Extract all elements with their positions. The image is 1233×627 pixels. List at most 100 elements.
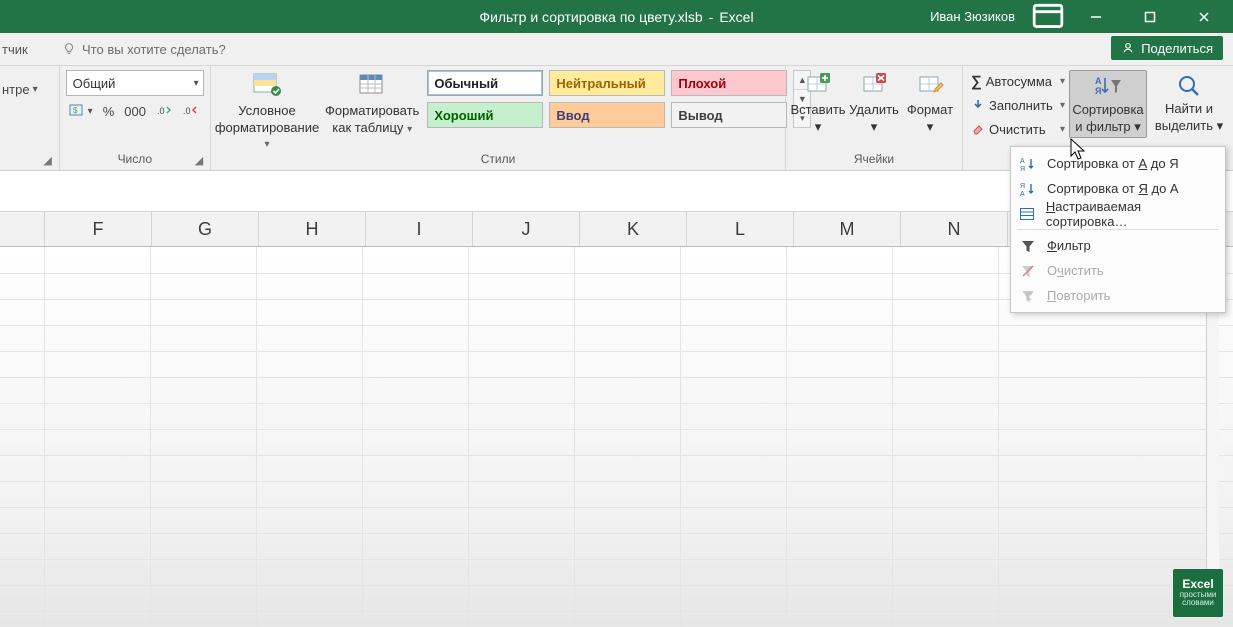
autosum-button[interactable]: ∑ Автосумма ▾	[969, 70, 1065, 92]
document-name: Фильтр и сортировка по цвету.xlsb	[479, 9, 702, 25]
currency-icon: $	[68, 102, 86, 120]
close-button[interactable]	[1181, 0, 1227, 33]
svg-text:A: A	[1095, 76, 1102, 86]
column-header[interactable]: H	[259, 212, 366, 246]
ribbon-display-options-button[interactable]	[1031, 0, 1065, 33]
svg-text:Я: Я	[1020, 183, 1025, 190]
table-icon	[356, 71, 388, 99]
person-icon	[1121, 41, 1135, 55]
minimize-icon	[1089, 10, 1103, 24]
svg-text:Я: Я	[1020, 166, 1025, 172]
chevron-down-icon: ▾	[194, 78, 199, 89]
merge-center-button-fragment[interactable]: нтре ▾	[2, 76, 38, 102]
decrease-decimal-button[interactable]: .0	[182, 103, 198, 119]
conditional-formatting-icon	[251, 71, 283, 99]
custom-sort-icon	[1019, 205, 1036, 223]
cell-styles-gallery[interactable]: Обычный Хороший Нейтральный Ввод Плохой …	[427, 70, 811, 128]
svg-text:.0: .0	[157, 106, 165, 116]
percent-format-button[interactable]: %	[103, 104, 115, 119]
style-output[interactable]: Вывод	[671, 102, 787, 128]
sigma-icon: ∑	[971, 73, 982, 90]
style-input[interactable]: Ввод	[549, 102, 665, 128]
comma-format-button[interactable]: 000	[124, 104, 146, 119]
fill-button[interactable]: Заполнить ▾	[969, 94, 1065, 116]
funnel-clear-icon	[1019, 262, 1037, 280]
find-select-button[interactable]: Найти и выделить ▾	[1151, 70, 1227, 136]
insert-cells-icon	[803, 71, 833, 99]
delete-cells-button[interactable]: Удалить ▾	[848, 70, 900, 135]
number-format-combo[interactable]: Общий ▾	[66, 70, 204, 96]
style-normal[interactable]: Обычный	[427, 70, 543, 96]
svg-text:$: $	[73, 106, 78, 115]
increase-decimal-button[interactable]: .0	[156, 103, 172, 119]
menu-filter[interactable]: Фильтр	[1011, 233, 1225, 258]
titlebar: Фильтр и сортировка по цвету.xlsb - Exce…	[0, 0, 1233, 33]
column-header[interactable]: K	[580, 212, 687, 246]
group-label-cells: Ячейки	[792, 152, 956, 170]
chevron-down-icon: ▾	[1060, 76, 1065, 87]
chevron-down-icon: ▾	[1060, 100, 1065, 111]
column-header[interactable]: N	[901, 212, 1008, 246]
maximize-icon	[1143, 10, 1157, 24]
menu-custom-sort[interactable]: Настраиваемая сортировка…	[1011, 201, 1225, 226]
tell-me-search[interactable]: Что вы хотите сделать?	[62, 42, 226, 57]
group-alignment-snippet: нтре ▾ ◢	[0, 66, 60, 170]
signed-in-user[interactable]: Иван Зюзиков	[930, 9, 1015, 24]
sort-az-icon: AЯ	[1019, 155, 1037, 173]
chevron-down-icon: ▾	[264, 139, 269, 150]
decrease-decimal-icon: .0	[182, 103, 198, 119]
share-button[interactable]: Поделиться	[1111, 36, 1223, 60]
insert-cells-button[interactable]: Вставить ▾	[792, 70, 844, 135]
sort-filter-icon: A Я	[1093, 74, 1123, 100]
number-format-value: Общий	[73, 76, 116, 91]
share-label: Поделиться	[1141, 41, 1213, 56]
chevron-down-icon: ▾	[871, 119, 878, 135]
chevron-down-icon: ▾	[927, 119, 934, 135]
accounting-format-button[interactable]: $ ▾	[68, 102, 93, 120]
dialog-launcher-icon[interactable]: ◢	[41, 154, 55, 168]
fill-down-icon	[971, 98, 985, 112]
svg-text:.0: .0	[183, 106, 191, 116]
style-neutral[interactable]: Нейтральный	[549, 70, 665, 96]
app-name: Excel	[719, 9, 753, 25]
style-good[interactable]: Хороший	[427, 102, 543, 128]
dialog-launcher-icon[interactable]: ◢	[192, 154, 206, 168]
column-header-lead[interactable]	[0, 212, 45, 246]
group-cells: Вставить ▾ Удалить ▾	[786, 66, 963, 170]
chevron-down-icon: ▾	[815, 119, 822, 135]
format-cells-icon	[915, 71, 945, 99]
chevron-down-icon: ▾	[407, 124, 412, 135]
conditional-formatting-button[interactable]: Условное форматирование ▾	[217, 70, 317, 151]
column-header[interactable]: L	[687, 212, 794, 246]
column-header[interactable]: G	[152, 212, 259, 246]
group-label-number: Число	[66, 152, 204, 170]
menu-sort-z-to-a[interactable]: ЯA Сортировка от Я до А	[1011, 176, 1225, 201]
sort-za-icon: ЯA	[1019, 180, 1037, 198]
menu-sort-a-to-z[interactable]: AЯ Сортировка от А до Я	[1011, 151, 1225, 176]
funnel-reapply-icon	[1019, 287, 1037, 305]
tell-me-placeholder: Что вы хотите сделать?	[82, 42, 226, 57]
maximize-button[interactable]	[1127, 0, 1173, 33]
sort-filter-menu: AЯ Сортировка от А до Я ЯA Сортировка от…	[1010, 146, 1226, 313]
tab-fragment[interactable]: тчик	[0, 33, 38, 65]
clear-button[interactable]: Очистить ▾	[969, 118, 1065, 140]
svg-text:A: A	[1020, 158, 1025, 165]
group-label-styles: Стили	[217, 152, 779, 170]
column-header[interactable]: M	[794, 212, 901, 246]
style-bad[interactable]: Плохой	[671, 70, 787, 96]
ribbon-display-icon	[1031, 0, 1065, 34]
watermark-badge: Excel простыми словами	[1173, 569, 1223, 617]
svg-text:A: A	[1020, 191, 1025, 197]
sort-filter-button[interactable]: A Я Сортировка и фильтр ▾	[1069, 70, 1147, 138]
format-cells-button[interactable]: Формат ▾	[904, 70, 956, 135]
menu-clear-filter: Очистить	[1011, 258, 1225, 283]
column-header[interactable]: F	[45, 212, 152, 246]
column-header[interactable]: I	[366, 212, 473, 246]
magnifier-icon	[1174, 73, 1204, 99]
minimize-button[interactable]	[1073, 0, 1119, 33]
chevron-down-icon: ▾	[1217, 118, 1224, 133]
chevron-down-icon: ▾	[1060, 124, 1065, 135]
menu-reapply: Повторить	[1011, 283, 1225, 308]
column-header[interactable]: J	[473, 212, 580, 246]
format-as-table-button[interactable]: Форматировать как таблицу ▾	[325, 70, 419, 136]
